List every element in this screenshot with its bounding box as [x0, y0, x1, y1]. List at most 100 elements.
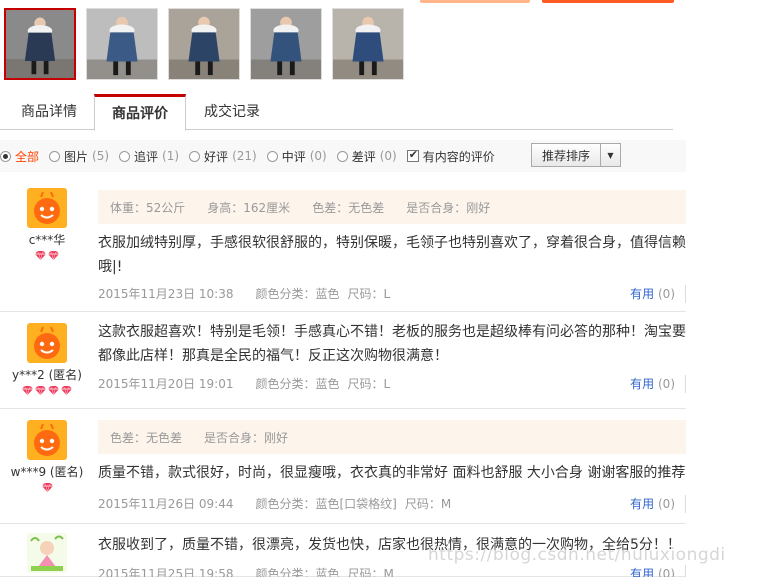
- review-attribute: 体重：52公斤: [110, 200, 186, 215]
- review-meta: 2015年11月23日 10:38 颜色分类：蓝色 尺码：L 有用 (0): [98, 285, 686, 303]
- diamond-level-icon: [35, 385, 46, 396]
- reviewer-info: w***9 (匿名): [0, 420, 94, 494]
- tab-transaction-records[interactable]: 成交记录: [190, 94, 274, 130]
- product-photo: [87, 9, 157, 79]
- reviewer-info: [0, 533, 94, 573]
- filter-negative[interactable]: 差评 (0): [336, 148, 397, 165]
- useful-button[interactable]: 有用: [630, 567, 654, 577]
- review-filter-bar: 全部 图片 (5) 追评 (1) 好评 (21) 中评 (0) 差评 (0) 有…: [0, 140, 686, 172]
- review-content: 质量不错，款式很好，时尚，很显瘦哦，衣衣真的非常好 面料也舒服 大小合身 谢谢客…: [98, 465, 686, 481]
- product-photo: [6, 10, 74, 78]
- review-meta: 2015年11月26日 09:44 颜色分类：蓝色[口袋格纹] 尺码：M 有用 (0): [98, 495, 686, 513]
- filter-neutral[interactable]: 中评 (0): [266, 148, 327, 165]
- review-item: y***2 (匿名) 这款衣服超喜欢！特别是毛领！手感真心不错！老板的服务也是超级…: [0, 313, 686, 409]
- filter-positive[interactable]: 好评 (21): [189, 148, 257, 165]
- sku-color: 颜色分类：蓝色[口袋格纹]: [255, 497, 397, 511]
- avatar[interactable]: [27, 420, 67, 460]
- product-photo: [333, 9, 403, 79]
- review-sku: 颜色分类：蓝色[口袋格纹] 尺码：M: [255, 497, 459, 511]
- sku-color: 颜色分类：蓝色: [255, 287, 340, 301]
- diamond-level-icon: [48, 385, 59, 396]
- diamond-level-icon: [61, 385, 72, 396]
- tab-product-reviews[interactable]: 商品评价: [94, 94, 186, 131]
- review-attribute: 色差：无色差: [312, 200, 385, 215]
- useful-count: (0): [658, 567, 675, 577]
- useful-button[interactable]: 有用: [630, 287, 654, 301]
- filter-follow-up[interactable]: 追评 (1): [119, 148, 179, 165]
- diamond-level-icon: [41, 482, 53, 493]
- radio-icon[interactable]: [189, 150, 201, 162]
- filter-has-content[interactable]: 有内容的评价: [406, 148, 495, 165]
- radio-icon[interactable]: [266, 150, 278, 162]
- useful-button[interactable]: 有用: [630, 497, 654, 511]
- review-attributes: 色差：无色差 是否合身：刚好: [98, 420, 686, 454]
- radio-icon[interactable]: [0, 150, 11, 162]
- sort-dropdown[interactable]: 推荐排序 ▼: [531, 143, 621, 167]
- chevron-down-icon: ▼: [600, 144, 620, 166]
- review-attribute: 是否合身：刚好: [204, 430, 289, 445]
- review-attribute: 色差：无色差: [110, 430, 183, 445]
- sku-size: 尺码：M: [404, 497, 452, 511]
- review-date: 2015年11月20日 19:01: [98, 377, 234, 391]
- reviewer-info: y***2 (匿名): [0, 323, 94, 397]
- sku-color: 颜色分类：蓝色: [255, 567, 340, 577]
- tab-product-details[interactable]: 商品详情: [8, 94, 90, 130]
- reviewer-info: c***华: [0, 188, 94, 262]
- review-attribute: 是否合身：刚好: [406, 200, 491, 215]
- sku-size: 尺码：L: [347, 287, 391, 301]
- default-avatar-icon: [27, 188, 67, 228]
- useful-button[interactable]: 有用: [630, 377, 654, 391]
- review-attributes: 体重：52公斤 身高：162厘米 色差：无色差 是否合身：刚好: [98, 190, 686, 224]
- diamond-level-icon: [48, 250, 59, 261]
- user-avatar-icon: [27, 533, 67, 573]
- review-content: 衣服加绒特别厚，手感很软很舒服的，特别保暖，毛领子也特别喜欢了，穿着很合身，值得…: [98, 235, 686, 275]
- radio-icon[interactable]: [336, 150, 348, 162]
- product-thumbnail[interactable]: [332, 8, 404, 80]
- default-avatar-icon: [27, 323, 67, 363]
- reviewer-level: [0, 385, 94, 397]
- sku-size: 尺码：M: [347, 567, 394, 577]
- diamond-level-icon: [35, 250, 46, 261]
- watermark: https://blog.csdn.net/huluxiongdi: [428, 545, 726, 565]
- review-meta: 2015年11月20日 19:01 颜色分类：蓝色 尺码：L 有用 (0): [98, 375, 686, 393]
- useful-vote: 有用 (0): [630, 285, 686, 303]
- tab-bar: 商品详情 商品评价 成交记录: [0, 94, 673, 131]
- product-thumbnail[interactable]: [168, 8, 240, 80]
- review-sku: 颜色分类：蓝色 尺码：M: [255, 567, 401, 577]
- review-attribute: 身高：162厘米: [207, 200, 291, 215]
- reviewer-level: [0, 482, 94, 494]
- product-thumbnail[interactable]: [86, 8, 158, 80]
- useful-count: (0): [658, 377, 675, 391]
- radio-icon[interactable]: [49, 150, 61, 162]
- checkbox-icon[interactable]: [406, 148, 419, 162]
- product-photo: [251, 9, 321, 79]
- review-item: c***华 体重：52公斤 身高：162厘米 色差：无色差 是否合身：刚好衣服加绒特别厚…: [0, 178, 686, 312]
- reviewer-name: w***9 (匿名): [10, 465, 84, 479]
- useful-vote: 有用 (0): [630, 495, 686, 513]
- product-thumbnail[interactable]: [250, 8, 322, 80]
- avatar[interactable]: [27, 533, 67, 573]
- review-item: w***9 (匿名) 色差：无色差 是否合身：刚好质量不错，款式很好，时尚，很显瘦哦…: [0, 410, 686, 524]
- filter-pictures[interactable]: 图片 (5): [49, 148, 109, 165]
- reviewer-level: [0, 250, 94, 262]
- product-photo: [169, 9, 239, 79]
- add-to-cart-button-edge[interactable]: [420, 0, 530, 3]
- default-avatar-icon: [27, 420, 67, 460]
- review-date: 2015年11月23日 10:38: [98, 287, 234, 301]
- sku-size: 尺码：L: [347, 377, 391, 391]
- radio-icon[interactable]: [119, 150, 131, 162]
- filter-all[interactable]: 全部: [0, 148, 39, 165]
- diamond-level-icon: [22, 385, 33, 396]
- review-sku: 颜色分类：蓝色 尺码：L: [255, 377, 398, 391]
- avatar[interactable]: [27, 323, 67, 363]
- useful-vote: 有用 (0): [630, 375, 686, 393]
- sku-color: 颜色分类：蓝色: [255, 377, 340, 391]
- review-date: 2015年11月25日 19:58: [98, 567, 234, 577]
- product-thumbnail[interactable]: [4, 8, 76, 80]
- buy-now-button-edge[interactable]: [542, 0, 674, 3]
- review-content: 这款衣服超喜欢！特别是毛领！手感真心不错！老板的服务也是超级棒有问必答的那种！淘…: [98, 324, 686, 364]
- thumbnail-strip: [4, 8, 404, 80]
- avatar[interactable]: [27, 188, 67, 228]
- useful-vote: 有用 (0): [630, 565, 686, 577]
- useful-count: (0): [658, 287, 675, 301]
